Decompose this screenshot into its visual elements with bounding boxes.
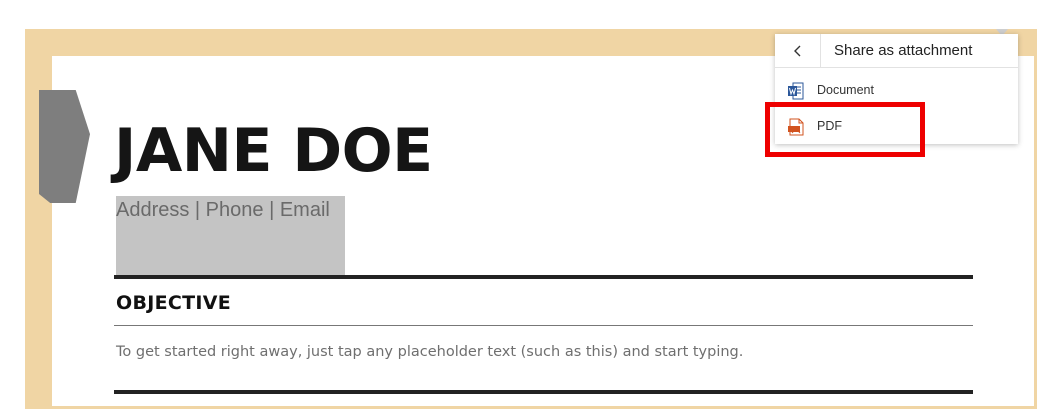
section-divider — [114, 275, 973, 279]
menu-item-label: Document — [817, 83, 874, 97]
menu-title: Share as attachment — [834, 42, 973, 59]
menu-header: Share as attachment — [775, 34, 1018, 68]
resume-name[interactable]: JANE DOE — [114, 118, 433, 184]
pdf-highlight-box — [765, 102, 925, 157]
contact-info[interactable]: Address | Phone | Email — [116, 198, 330, 222]
word-document-icon — [788, 82, 804, 100]
objective-heading[interactable]: OBJECTIVE — [116, 291, 231, 315]
back-button[interactable] — [775, 34, 821, 67]
heading-underline — [114, 325, 973, 326]
objective-text[interactable]: To get started right away, just tap any … — [116, 342, 743, 362]
chevron-left-icon — [793, 45, 800, 56]
section-divider — [114, 390, 973, 394]
